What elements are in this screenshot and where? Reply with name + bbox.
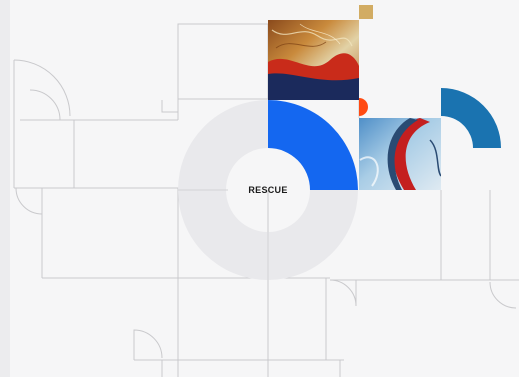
center-label: RESCUE	[248, 185, 288, 195]
textured-painting-image	[268, 20, 359, 100]
blue-red-abstract-image	[359, 118, 441, 190]
gold-square	[359, 5, 373, 19]
canvas-stage: RESCUE	[0, 0, 519, 377]
